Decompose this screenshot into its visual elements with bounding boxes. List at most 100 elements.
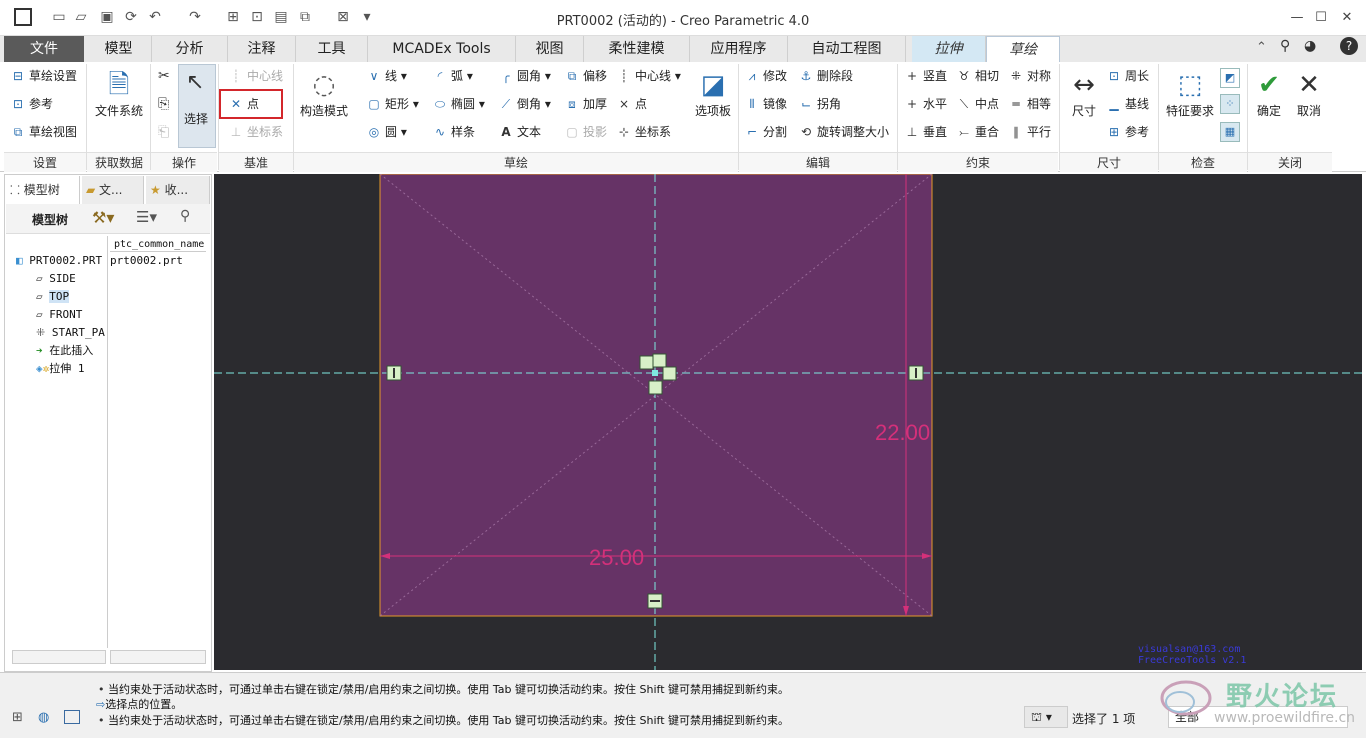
group-setup-label[interactable]: 设置 bbox=[4, 152, 86, 172]
cancel-button[interactable]: ✕ 取消 bbox=[1290, 68, 1328, 119]
tab-analysis[interactable]: 分析 bbox=[152, 36, 228, 62]
copy-icon[interactable]: ⎘ bbox=[158, 96, 169, 112]
circle-button[interactable]: ◎ 圆 ▾ bbox=[366, 122, 407, 142]
sketch-point-button[interactable]: × 点 bbox=[616, 94, 647, 114]
perimeter-button[interactable]: ⊡ 周长 bbox=[1106, 66, 1149, 86]
dimension-button[interactable]: ↔ 尺寸 bbox=[1064, 68, 1104, 119]
tab-auto-drawing[interactable]: 自动工程图 bbox=[788, 36, 906, 62]
tree-item-side[interactable]: ▱ SIDE bbox=[36, 270, 76, 288]
baseline-button[interactable]: ▁ 基线 bbox=[1106, 94, 1149, 114]
rectangle-button[interactable]: ▢ 矩形 ▾ bbox=[366, 94, 419, 114]
tab-apps[interactable]: 应用程序 bbox=[690, 36, 788, 62]
project-button[interactable]: ▢ 投影 bbox=[564, 122, 607, 142]
divide-button[interactable]: ⌐ 分割 bbox=[744, 122, 787, 142]
shade-closed-loops-icon[interactable]: ▦ bbox=[1220, 122, 1240, 142]
dimension-horizontal-value[interactable]: 25.00 bbox=[589, 545, 644, 570]
cut-icon[interactable]: ✂ bbox=[158, 68, 170, 84]
datum-point-button[interactable]: ✕ 点 bbox=[228, 94, 259, 114]
tab-sketch[interactable]: 草绘 bbox=[986, 36, 1060, 62]
group-dimension-label[interactable]: 尺寸 bbox=[1060, 152, 1158, 172]
feature-requirements-button[interactable]: ⬚ 特征要求 bbox=[1162, 68, 1218, 119]
datum-csys-button[interactable]: ⊥ 坐标系 bbox=[228, 122, 283, 142]
sketch-origin-point[interactable] bbox=[652, 370, 658, 376]
arc-button[interactable]: ◜ 弧 ▾ bbox=[432, 66, 473, 86]
tab-model[interactable]: 模型 bbox=[86, 36, 152, 62]
tree-item-top[interactable]: ▱ TOP bbox=[36, 288, 70, 306]
fillet-button[interactable]: ╭ 圆角 ▾ bbox=[498, 66, 550, 86]
datum-centerline-button[interactable]: ┊ 中心线 bbox=[228, 66, 283, 86]
constraint-symbol[interactable] bbox=[652, 353, 667, 368]
coincident-constraint-button[interactable]: ⤚ 重合 bbox=[956, 122, 999, 142]
group-operations-label[interactable]: 操作 bbox=[151, 152, 217, 172]
tab-flexible[interactable]: 柔性建模 bbox=[584, 36, 690, 62]
tangent-constraint-button[interactable]: ♉ 相切 bbox=[956, 66, 999, 86]
sketch-view-button[interactable]: ⧉ 草绘视图 bbox=[10, 122, 77, 142]
group-constrain-label[interactable]: 约束 bbox=[898, 152, 1058, 172]
rotate-resize-button[interactable]: ⟲ 旋转调整大小 bbox=[798, 122, 889, 142]
tree-hscrollbar-right[interactable] bbox=[110, 650, 206, 664]
ellipse-button[interactable]: ⬭ 椭圆 ▾ bbox=[432, 94, 485, 114]
tree-filter-icon[interactable]: ⚲ bbox=[180, 208, 190, 224]
dimension-vertical-value[interactable]: 22.00 bbox=[875, 420, 930, 445]
tree-item-csys[interactable]: ⁜ START_PA bbox=[36, 324, 108, 342]
tab-model-tree[interactable]: ⸬ 模型树 bbox=[6, 176, 80, 204]
perpendicular-constraint-button[interactable]: ⊥ 垂直 bbox=[904, 122, 947, 142]
symmetric-constraint-button[interactable]: ⁜ 对称 bbox=[1008, 66, 1051, 86]
group-inspect-label[interactable]: 检查 bbox=[1159, 152, 1247, 172]
reference-dim-button[interactable]: ⊞ 参考 bbox=[1106, 122, 1149, 142]
offset-button[interactable]: ⧉ 偏移 bbox=[564, 66, 607, 86]
vertical-constraint-button[interactable]: + 竖直 bbox=[904, 66, 947, 86]
thicken-button[interactable]: ⧈ 加厚 bbox=[564, 94, 607, 114]
tree-item-front[interactable]: ▱ FRONT bbox=[36, 306, 82, 324]
tab-favorites[interactable]: ★ 收... bbox=[146, 176, 210, 204]
tab-extrude[interactable]: 拉伸 bbox=[912, 36, 986, 62]
palette-button[interactable]: ◪ 选项板 bbox=[690, 68, 736, 119]
tree-item-part[interactable]: ◧ PRT0002.PRT bbox=[16, 252, 102, 270]
graphics-area[interactable]: 25.00 22.00 visualsan@163.com FreeCreoTo… bbox=[214, 174, 1362, 670]
maximize-icon[interactable]: ☐ bbox=[1310, 8, 1332, 28]
corner-button[interactable]: ⌙ 拐角 bbox=[798, 94, 841, 114]
minimize-icon[interactable]: — bbox=[1286, 8, 1308, 28]
constraint-symbol[interactable] bbox=[639, 355, 654, 370]
collapse-ribbon-icon[interactable]: ⌃ bbox=[1256, 40, 1267, 55]
line-button[interactable]: ∨ 线 ▾ bbox=[366, 66, 407, 86]
search-icon[interactable]: ⚲ bbox=[1280, 38, 1290, 54]
help-icon[interactable]: ? bbox=[1340, 37, 1358, 55]
tree-item-extrude[interactable]: ◈✲拉伸 1 bbox=[36, 360, 85, 378]
highlight-open-ends-icon[interactable]: ⁘ bbox=[1220, 94, 1240, 114]
sketch-centerline-button[interactable]: ┊ 中心线 ▾ bbox=[616, 66, 680, 86]
tab-folder-browser[interactable]: ▰ 文... bbox=[82, 176, 144, 204]
find-button[interactable]: ⛫ ▾ bbox=[1024, 706, 1068, 728]
tree-item-insert-here[interactable]: ➔ 在此插入 bbox=[36, 342, 93, 360]
overlap-icon[interactable]: ◩ bbox=[1220, 68, 1240, 88]
modify-button[interactable]: ⩘ 修改 bbox=[744, 66, 787, 86]
browser-toggle-icon[interactable]: ◍ bbox=[38, 710, 49, 725]
midpoint-constraint-button[interactable]: ⟍ 中点 bbox=[956, 94, 999, 114]
chamfer-button[interactable]: ⟋ 倒角 ▾ bbox=[498, 94, 551, 114]
community-icon[interactable]: ◕ bbox=[1304, 38, 1316, 54]
horizontal-constraint-button[interactable]: + 水平 bbox=[904, 94, 947, 114]
spline-button[interactable]: ∿ 样条 bbox=[432, 122, 475, 142]
tab-tools[interactable]: 工具 bbox=[296, 36, 368, 62]
tab-view[interactable]: 视图 bbox=[516, 36, 584, 62]
sketch-setup-button[interactable]: ⊟ 草绘设置 bbox=[10, 66, 77, 86]
constraint-symbol[interactable] bbox=[662, 366, 677, 381]
tree-hscrollbar-left[interactable] bbox=[12, 650, 106, 664]
show-icon[interactable]: ☰▾ bbox=[136, 208, 157, 226]
column-divider[interactable] bbox=[107, 236, 108, 648]
equal-constraint-button[interactable]: ═ 相等 bbox=[1008, 94, 1051, 114]
close-icon[interactable]: ✕ bbox=[1336, 8, 1358, 28]
parallel-constraint-button[interactable]: ∥ 平行 bbox=[1008, 122, 1051, 142]
settings-icon[interactable]: ⚒▾ bbox=[92, 208, 114, 227]
delete-segment-button[interactable]: ⚓ 删除段 bbox=[798, 66, 853, 86]
construction-mode-button[interactable]: ◌ 构造模式 bbox=[296, 68, 352, 119]
navigator-toggle-icon[interactable]: ⊞ bbox=[12, 710, 23, 725]
tab-file[interactable]: 文件 bbox=[4, 36, 84, 62]
text-button[interactable]: A 文本 bbox=[498, 122, 541, 142]
fullscreen-icon[interactable] bbox=[64, 710, 80, 724]
tab-annotate[interactable]: 注释 bbox=[228, 36, 296, 62]
ok-button[interactable]: ✔ 确定 bbox=[1250, 68, 1288, 119]
paste-icon[interactable]: ⎗ bbox=[158, 124, 169, 140]
mirror-button[interactable]: ⫴ 镜像 bbox=[744, 94, 787, 114]
tab-mcadex[interactable]: MCADEx Tools bbox=[368, 36, 516, 62]
